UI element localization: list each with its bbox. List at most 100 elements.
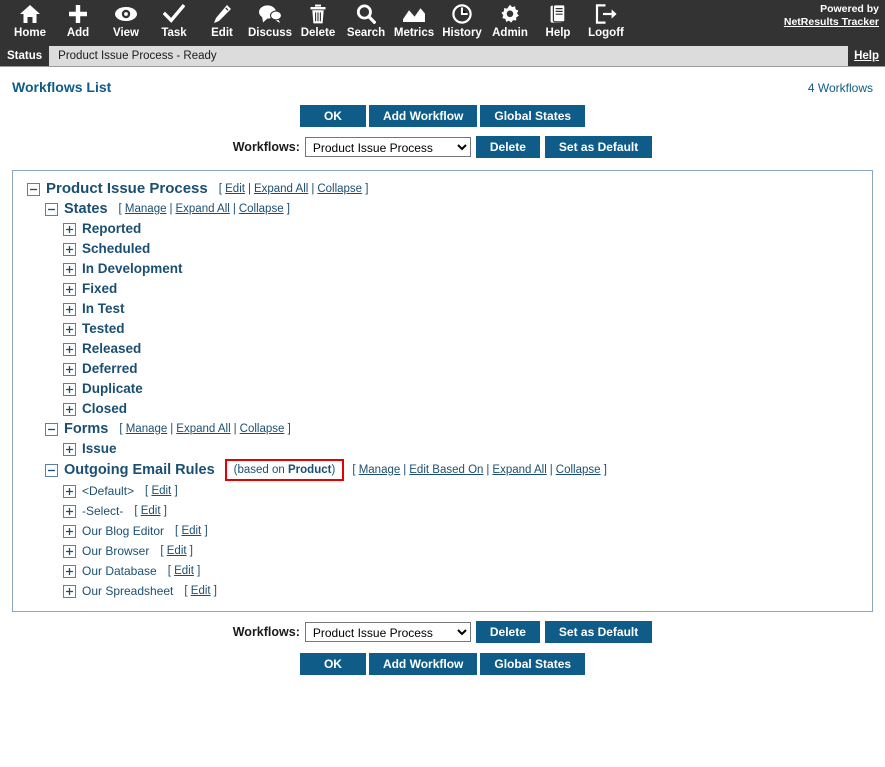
email-rule-action-edit[interactable]: Edit <box>181 525 201 537</box>
toolbar-label: View <box>113 27 139 39</box>
toolbar-item-task[interactable]: Task <box>150 0 198 46</box>
email-rule-actions: [ Edit ] <box>184 585 217 597</box>
add-workflow-button[interactable]: Add Workflow <box>368 105 478 127</box>
email-rule-action-edit[interactable]: Edit <box>191 585 211 597</box>
plus-box-icon[interactable] <box>63 484 76 498</box>
toolbar-item-logoff[interactable]: Logoff <box>582 0 630 46</box>
workflow-select-bottom[interactable]: Product Issue Process <box>304 622 471 642</box>
status-bar: Status Product Issue Process - Ready Hel… <box>0 46 885 67</box>
plus-box-icon[interactable] <box>63 524 76 538</box>
minus-box-icon[interactable] <box>45 463 58 477</box>
forms-action-manage[interactable]: Manage <box>126 423 168 435</box>
bottom-workflow-selector-row: Workflows: Product Issue Process Delete … <box>0 621 885 643</box>
toolbar-item-home[interactable]: Home <box>6 0 54 46</box>
workflows-label: Workflows: <box>232 625 300 639</box>
form-label: Issue <box>82 441 117 456</box>
ok-button-bottom[interactable]: OK <box>299 653 366 675</box>
help-link[interactable]: Help <box>854 50 879 62</box>
status-badge: Status <box>0 46 50 66</box>
email-action-expand-all[interactable]: Expand All <box>492 464 546 476</box>
root-action-collapse[interactable]: Collapse <box>317 183 362 195</box>
state-label: Released <box>82 341 142 356</box>
forms-action-expand-all[interactable]: Expand All <box>176 423 230 435</box>
forms-action-collapse[interactable]: Collapse <box>240 423 285 435</box>
check-icon <box>163 3 185 25</box>
plus-box-icon[interactable] <box>63 382 76 396</box>
plus-box-icon[interactable] <box>63 564 76 578</box>
states-action-expand-all[interactable]: Expand All <box>175 203 229 215</box>
tree-node-email-rule: Our Browser [ Edit ] <box>21 541 864 561</box>
toolbar-item-admin[interactable]: Admin <box>486 0 534 46</box>
tree-node-state: Closed <box>21 399 864 419</box>
plus-box-icon[interactable] <box>63 242 76 256</box>
states-action-manage[interactable]: Manage <box>125 203 167 215</box>
global-states-button-bottom[interactable]: Global States <box>480 653 586 675</box>
states-action-collapse[interactable]: Collapse <box>239 203 284 215</box>
toolbar-label: Search <box>346 27 386 39</box>
toolbar-item-search[interactable]: Search <box>342 0 390 46</box>
email-rule-action-edit[interactable]: Edit <box>174 565 194 577</box>
workflows-label: Workflows: <box>232 140 300 154</box>
set-as-default-button[interactable]: Set as Default <box>544 136 653 158</box>
state-label: Tested <box>82 321 125 336</box>
delete-workflow-button[interactable]: Delete <box>475 136 540 158</box>
toolbar-item-delete[interactable]: Delete <box>294 0 342 46</box>
toolbar-item-view[interactable]: View <box>102 0 150 46</box>
top-button-row: OK Add Workflow Global States <box>0 105 885 127</box>
plus-box-icon[interactable] <box>63 544 76 558</box>
trash-icon <box>309 3 327 25</box>
email-rule-label: Our Spreadsheet <box>82 584 174 598</box>
status-help-container: Help <box>848 46 885 66</box>
minus-box-icon[interactable] <box>45 202 58 216</box>
brand-link[interactable]: NetResults Tracker <box>784 16 879 29</box>
toolbar-item-add[interactable]: Add <box>54 0 102 46</box>
plus-box-icon[interactable] <box>63 402 76 416</box>
workflow-tree-panel: Product Issue Process [ Edit | Expand All |… <box>12 170 873 612</box>
workflow-select[interactable]: Product Issue Process <box>304 137 471 157</box>
toolbar-item-history[interactable]: History <box>438 0 486 46</box>
plus-box-icon[interactable] <box>63 362 76 376</box>
states-section-label: States <box>64 201 108 217</box>
email-action-collapse[interactable]: Collapse <box>556 464 601 476</box>
root-action-edit[interactable]: Edit <box>225 183 245 195</box>
plus-box-icon[interactable] <box>63 584 76 598</box>
plus-box-icon[interactable] <box>63 222 76 236</box>
plus-box-icon[interactable] <box>63 342 76 356</box>
minus-box-icon[interactable] <box>27 182 40 196</box>
email-rule-action-edit[interactable]: Edit <box>151 485 171 497</box>
plus-box-icon[interactable] <box>63 504 76 518</box>
toolbar-item-edit[interactable]: Edit <box>198 0 246 46</box>
ok-button[interactable]: OK <box>299 105 366 127</box>
email-rule-action-edit[interactable]: Edit <box>167 545 187 557</box>
plus-box-icon[interactable] <box>63 442 76 456</box>
plus-icon <box>68 3 88 25</box>
plus-box-icon[interactable] <box>63 322 76 336</box>
add-workflow-button-bottom[interactable]: Add Workflow <box>368 653 478 675</box>
email-action-manage[interactable]: Manage <box>359 464 401 476</box>
toolbar-item-metrics[interactable]: Metrics <box>390 0 438 46</box>
delete-workflow-button-bottom[interactable]: Delete <box>475 621 540 643</box>
plus-box-icon[interactable] <box>63 302 76 316</box>
home-icon <box>19 3 41 25</box>
root-action-expand-all[interactable]: Expand All <box>254 183 308 195</box>
toolbar-label: History <box>442 27 482 39</box>
toolbar-item-discuss[interactable]: Discuss <box>246 0 294 46</box>
email-action-edit-based-on[interactable]: Edit Based On <box>409 464 483 476</box>
plus-box-icon[interactable] <box>63 262 76 276</box>
set-as-default-button-bottom[interactable]: Set as Default <box>544 621 653 643</box>
state-label: Scheduled <box>82 241 151 256</box>
email-rule-action-edit[interactable]: Edit <box>141 505 161 517</box>
document-icon <box>549 3 567 25</box>
bottom-button-row: OK Add Workflow Global States <box>0 653 885 675</box>
minus-box-icon[interactable] <box>45 422 58 436</box>
state-label: Deferred <box>82 361 138 376</box>
workflow-count: 4 Workflows <box>807 81 873 95</box>
plus-box-icon[interactable] <box>63 282 76 296</box>
tree-node-form: Issue <box>21 439 864 459</box>
global-states-button[interactable]: Global States <box>480 105 586 127</box>
based-on-value: Product <box>288 464 332 476</box>
tree-root-label: Product Issue Process <box>46 180 208 197</box>
forms-section-label: Forms <box>64 421 109 437</box>
powered-by-text: Powered by <box>820 3 879 15</box>
toolbar-item-help[interactable]: Help <box>534 0 582 46</box>
